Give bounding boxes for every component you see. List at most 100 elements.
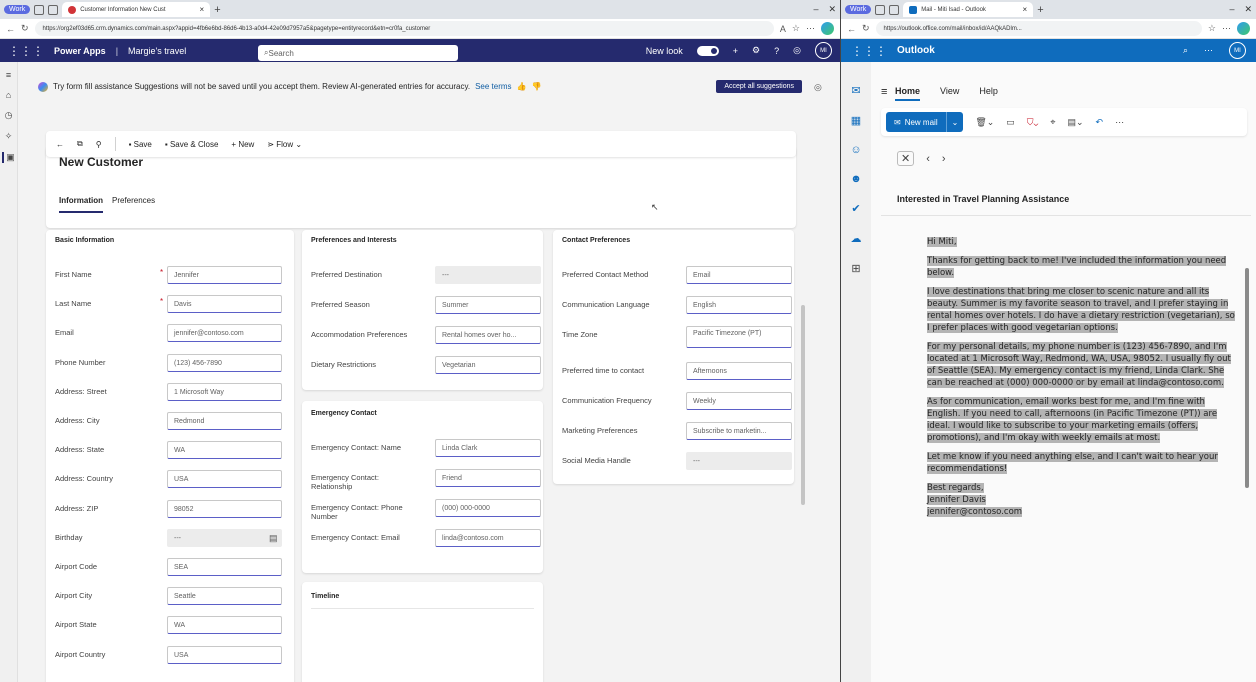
new-mail-dropdown-icon[interactable]: ⌄ [947, 118, 964, 127]
accept-all-suggestions-button[interactable]: Accept all suggestions [716, 80, 802, 93]
side-panel-icon[interactable]: ◎ [814, 82, 822, 93]
open-window-icon[interactable]: ⧉ [77, 139, 83, 149]
field-input[interactable]: Seattle [167, 587, 282, 606]
pin-form-icon[interactable]: ⚲ [96, 140, 102, 149]
new-tab-icon[interactable]: + [214, 4, 220, 16]
url-field[interactable]: https://outlook.office.com/mail/inbox/id… [875, 21, 1202, 36]
save-close-button[interactable]: ▪ Save & Close [165, 140, 219, 149]
copilot-header-icon[interactable]: ◎ [793, 45, 801, 56]
more-actions-icon[interactable]: ⋯ [1115, 117, 1124, 128]
close-window-icon[interactable]: ✕ [1244, 4, 1252, 15]
refresh-icon[interactable]: ↻ [862, 23, 870, 34]
tab-actions-icon[interactable] [34, 4, 45, 15]
workspaces-icon[interactable] [48, 4, 59, 15]
close-window-icon[interactable]: ✕ [828, 4, 836, 15]
field-input[interactable]: WA [167, 441, 282, 460]
help-icon[interactable]: ? [774, 46, 779, 56]
new-mail-button[interactable]: ✉ New mail ⌄ [886, 112, 964, 132]
groups-icon[interactable]: ☻ [850, 173, 862, 185]
sweep-icon[interactable]: ⌖ [1050, 117, 1055, 128]
search-icon[interactable]: ⌕ [1183, 45, 1188, 56]
field-input[interactable]: Friend [435, 469, 541, 487]
settings-gear-icon[interactable]: ⚙ [752, 45, 760, 56]
form-scrollbar[interactable] [801, 305, 805, 505]
read-aloud-icon[interactable]: A [780, 24, 786, 34]
new-look-toggle[interactable] [696, 45, 719, 56]
apps-icon[interactable]: ⊞ [851, 262, 860, 275]
field-input[interactable]: --- [167, 528, 282, 547]
move-icon[interactable]: ▤⌄ [1068, 117, 1084, 128]
field-input[interactable]: linda@contoso.com [435, 529, 541, 547]
tab-preferences[interactable]: Preferences [112, 196, 155, 213]
more-icon[interactable]: ⋯ [1204, 45, 1213, 56]
field-input[interactable]: (000) 000-0000 [435, 499, 541, 517]
field-input[interactable]: Email [686, 266, 792, 284]
save-button[interactable]: ▪ Save [129, 140, 152, 149]
field-input[interactable]: Pacific Timezone (PT) [686, 326, 792, 348]
close-tab-icon[interactable]: × [200, 5, 205, 14]
field-input[interactable]: Vegetarian [435, 356, 541, 374]
profile-button[interactable]: Work [845, 5, 872, 14]
field-input[interactable]: --- [686, 452, 792, 470]
field-input[interactable]: 1 Microsoft Way [167, 382, 282, 401]
tab-home[interactable]: Home [895, 86, 921, 101]
next-message-icon[interactable]: › [942, 153, 946, 165]
field-input[interactable]: 98052 [167, 499, 282, 518]
menu-icon[interactable]: ≡ [6, 70, 11, 80]
field-input[interactable]: Summer [435, 296, 541, 314]
favorite-star-icon[interactable]: ☆ [792, 23, 800, 34]
profile-button[interactable]: Work [4, 5, 31, 14]
home-icon[interactable]: ⌂ [6, 90, 11, 100]
field-input[interactable]: USA [167, 645, 282, 664]
report-icon[interactable]: ⛉⌄ [1027, 117, 1039, 128]
mail-icon[interactable]: ✉ [851, 84, 860, 97]
new-button[interactable]: + New [231, 140, 254, 149]
archive-icon[interactable]: ▭ [1006, 117, 1015, 128]
onedrive-icon[interactable]: ☁ [851, 232, 862, 245]
tab-help[interactable]: Help [979, 86, 998, 101]
product-name[interactable]: Power Apps [54, 46, 106, 56]
pinned-icon[interactable]: ✧ [5, 131, 13, 142]
tab-information[interactable]: Information [59, 196, 103, 213]
field-input[interactable]: SEA [167, 558, 282, 576]
close-tab-icon[interactable]: × [1023, 5, 1028, 14]
field-input[interactable]: Linda Clark [435, 439, 541, 457]
extensions-icon[interactable]: ⋯ [806, 23, 815, 34]
field-input[interactable]: WA [167, 616, 282, 635]
search-input[interactable]: ⌕ Search [258, 45, 458, 61]
url-field[interactable]: https://org2ef03d65.crm.dynamics.com/mai… [34, 21, 774, 36]
app-launcher-icon[interactable]: ⋮⋮⋮ [851, 44, 887, 58]
reply-icon[interactable]: ↶ [1096, 117, 1104, 128]
message-scrollbar[interactable] [1245, 268, 1249, 488]
field-input[interactable]: English [686, 296, 792, 314]
refresh-icon[interactable]: ↻ [21, 23, 29, 34]
extensions-icon[interactable]: ⋯ [1222, 23, 1231, 34]
todo-icon[interactable]: ✔ [851, 202, 860, 215]
back-icon[interactable]: ← [847, 24, 856, 34]
delete-icon[interactable]: 🗑⌄ [975, 117, 994, 128]
hamburger-icon[interactable]: ≡ [881, 86, 887, 98]
entity-icon[interactable]: ▣ [2, 152, 15, 163]
browser-tab-customer[interactable]: Customer Information New Cust × [62, 2, 211, 17]
see-terms-link[interactable]: See terms [475, 82, 511, 91]
close-message-icon[interactable]: ✕ [897, 151, 915, 166]
previous-message-icon[interactable]: ‹ [926, 153, 930, 165]
recent-icon[interactable]: ◷ [5, 110, 13, 121]
new-tab-icon[interactable]: + [1037, 4, 1043, 16]
people-icon[interactable]: ☺ [850, 144, 861, 156]
field-input[interactable]: --- [435, 266, 541, 284]
field-input[interactable]: Redmond [167, 412, 282, 430]
thumbs-down-icon[interactable]: 👎 [532, 82, 542, 91]
minimize-icon[interactable]: – [813, 4, 818, 15]
copilot-icon[interactable] [821, 22, 834, 35]
flow-button[interactable]: ⋗ Flow ⌄ [267, 140, 302, 149]
field-input[interactable]: (123) 456-7890 [167, 353, 282, 372]
back-arrow-icon[interactable]: ← [56, 140, 64, 149]
app-launcher-icon[interactable]: ⋮⋮⋮ [8, 44, 44, 58]
calendar-picker-icon[interactable]: ▤ [269, 533, 278, 544]
field-input[interactable]: USA [167, 470, 282, 489]
field-input[interactable]: Afternoons [686, 362, 792, 380]
field-input[interactable]: Davis [167, 295, 282, 314]
tab-view[interactable]: View [940, 86, 959, 101]
field-input[interactable]: Weekly [686, 392, 792, 410]
